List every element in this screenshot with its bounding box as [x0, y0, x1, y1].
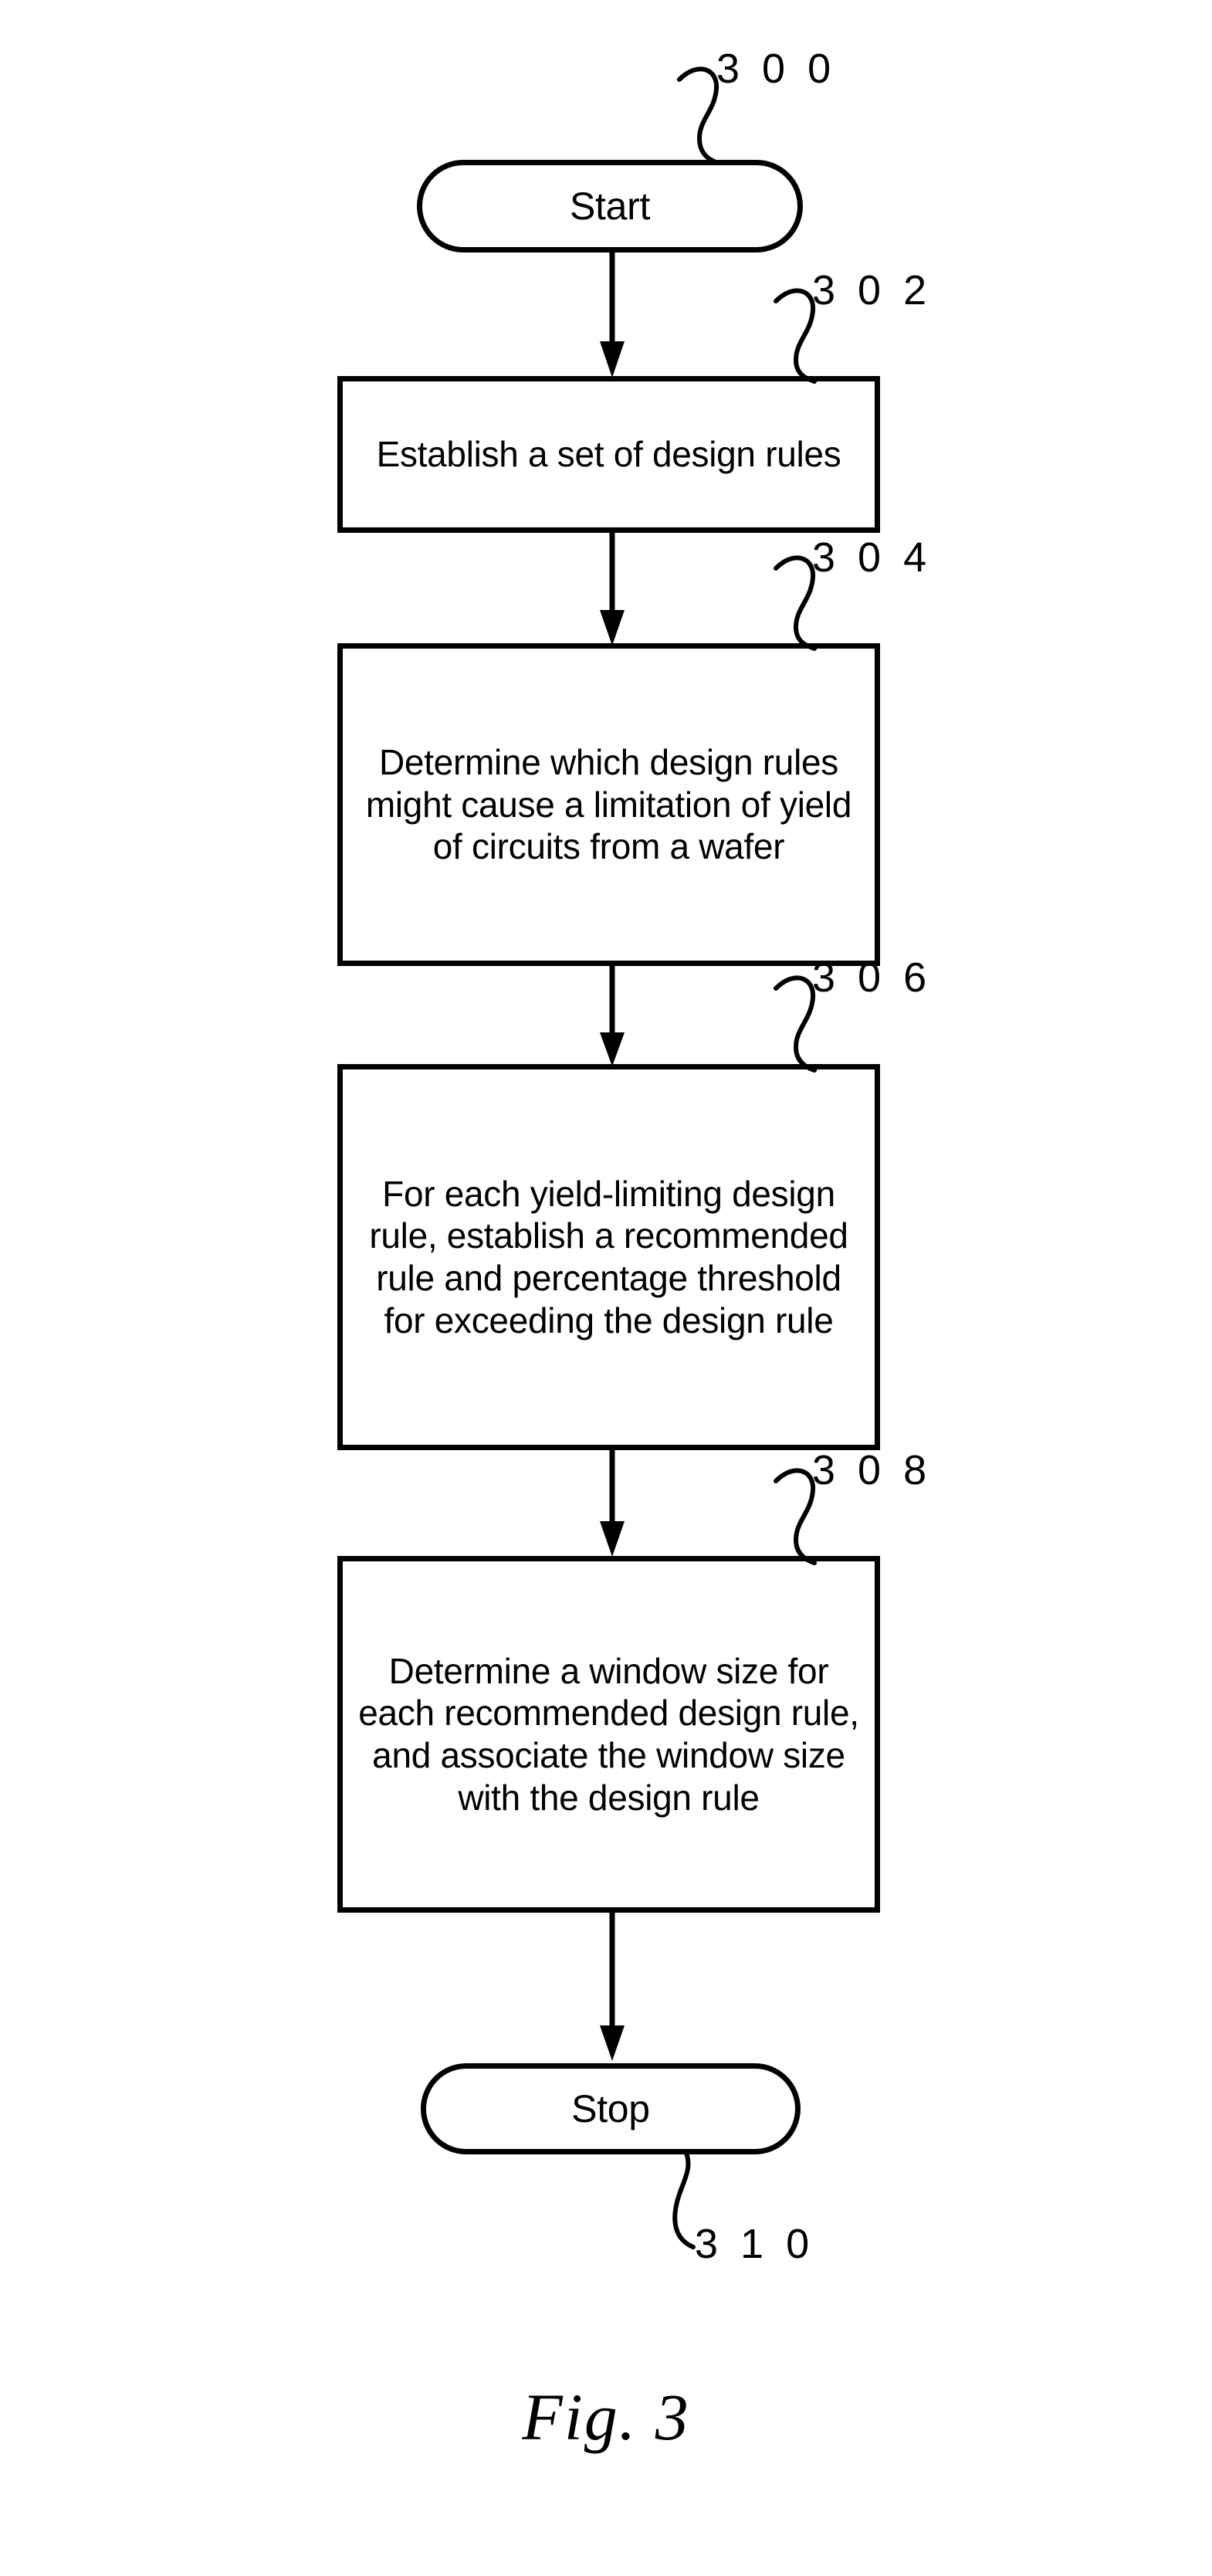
patent-figure: Start 3 0 0 Establish a set of design ru… — [0, 0, 1212, 2576]
ref-label-302: 3 0 2 — [812, 267, 933, 314]
ref-label-306: 3 0 6 — [812, 954, 933, 1001]
ref-label-300: 3 0 0 — [716, 46, 837, 92]
connector-304-to-306 — [600, 966, 625, 1066]
figure-caption: Fig. 3 — [522, 2380, 690, 2454]
flow-node-step-306[interactable]: For each yield-limiting design rule, est… — [337, 1064, 880, 1450]
connector-302-to-304 — [600, 533, 625, 646]
flow-node-start-label: Start — [569, 184, 651, 228]
connector-306-to-308 — [600, 1450, 625, 1557]
flow-node-step-302[interactable]: Establish a set of design rules — [337, 376, 880, 533]
ref-label-310: 3 1 0 — [695, 2221, 815, 2267]
connector-start-to-302 — [600, 253, 625, 378]
ref-label-304: 3 0 4 — [812, 534, 933, 581]
flow-node-step-304[interactable]: Determine which design rules might cause… — [337, 643, 880, 966]
flow-node-step-308[interactable]: Determine a window size for each recomme… — [337, 1556, 880, 1913]
flow-node-step-304-label: Determine which design rules might cause… — [365, 741, 852, 867]
flow-node-stop-label: Stop — [571, 2086, 650, 2130]
flow-node-step-302-label: Establish a set of design rules — [376, 434, 841, 475]
flow-node-step-308-label: Determine a window size for each recomme… — [358, 1650, 859, 1818]
connector-308-to-stop — [600, 1913, 625, 2061]
ref-label-308: 3 0 8 — [812, 1447, 933, 1493]
flow-node-stop[interactable]: Stop — [421, 2063, 801, 2154]
flow-node-step-306-label: For each yield-limiting design rule, est… — [369, 1173, 848, 1341]
flow-node-start[interactable]: Start — [417, 160, 803, 253]
